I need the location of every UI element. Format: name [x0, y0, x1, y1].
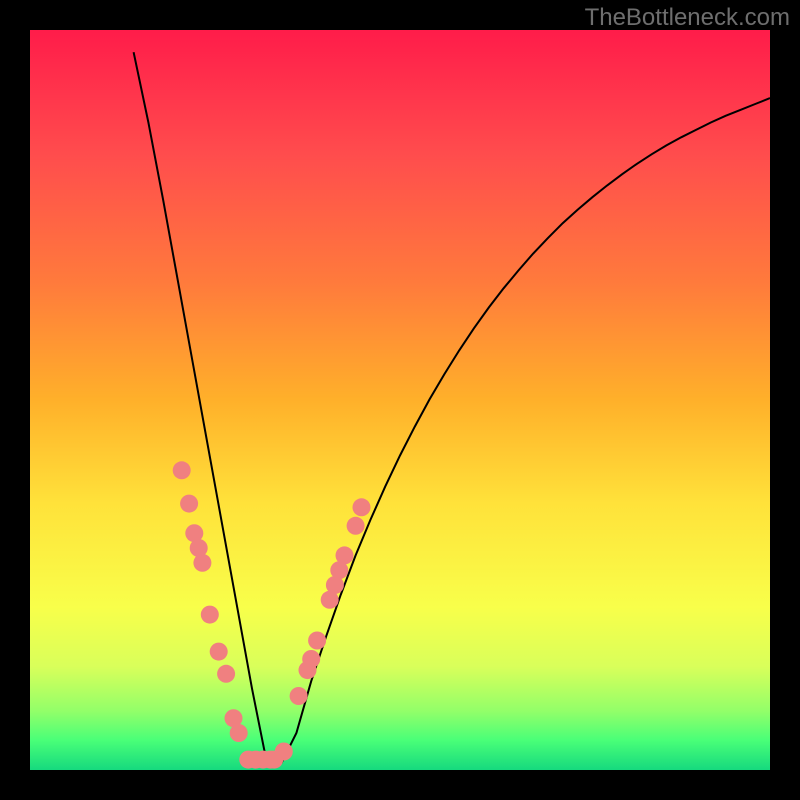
marker-point	[230, 724, 248, 742]
marker-point	[180, 495, 198, 513]
marker-point	[308, 632, 326, 650]
main-curve	[134, 52, 770, 762]
curve-svg	[30, 30, 770, 770]
marker-point	[210, 643, 228, 661]
marker-point	[193, 554, 211, 572]
plot-area	[30, 30, 770, 770]
curve-markers	[173, 461, 371, 768]
marker-point	[173, 461, 191, 479]
marker-point	[217, 665, 235, 683]
watermark-text: TheBottleneck.com	[585, 4, 790, 32]
marker-point	[353, 498, 371, 516]
chart-frame: TheBottleneck.com	[0, 0, 800, 800]
marker-point	[275, 743, 293, 761]
marker-point	[290, 687, 308, 705]
bottleneck-curve	[134, 52, 770, 762]
marker-point	[336, 546, 354, 564]
marker-point	[302, 650, 320, 668]
marker-point	[201, 606, 219, 624]
marker-point	[347, 517, 365, 535]
